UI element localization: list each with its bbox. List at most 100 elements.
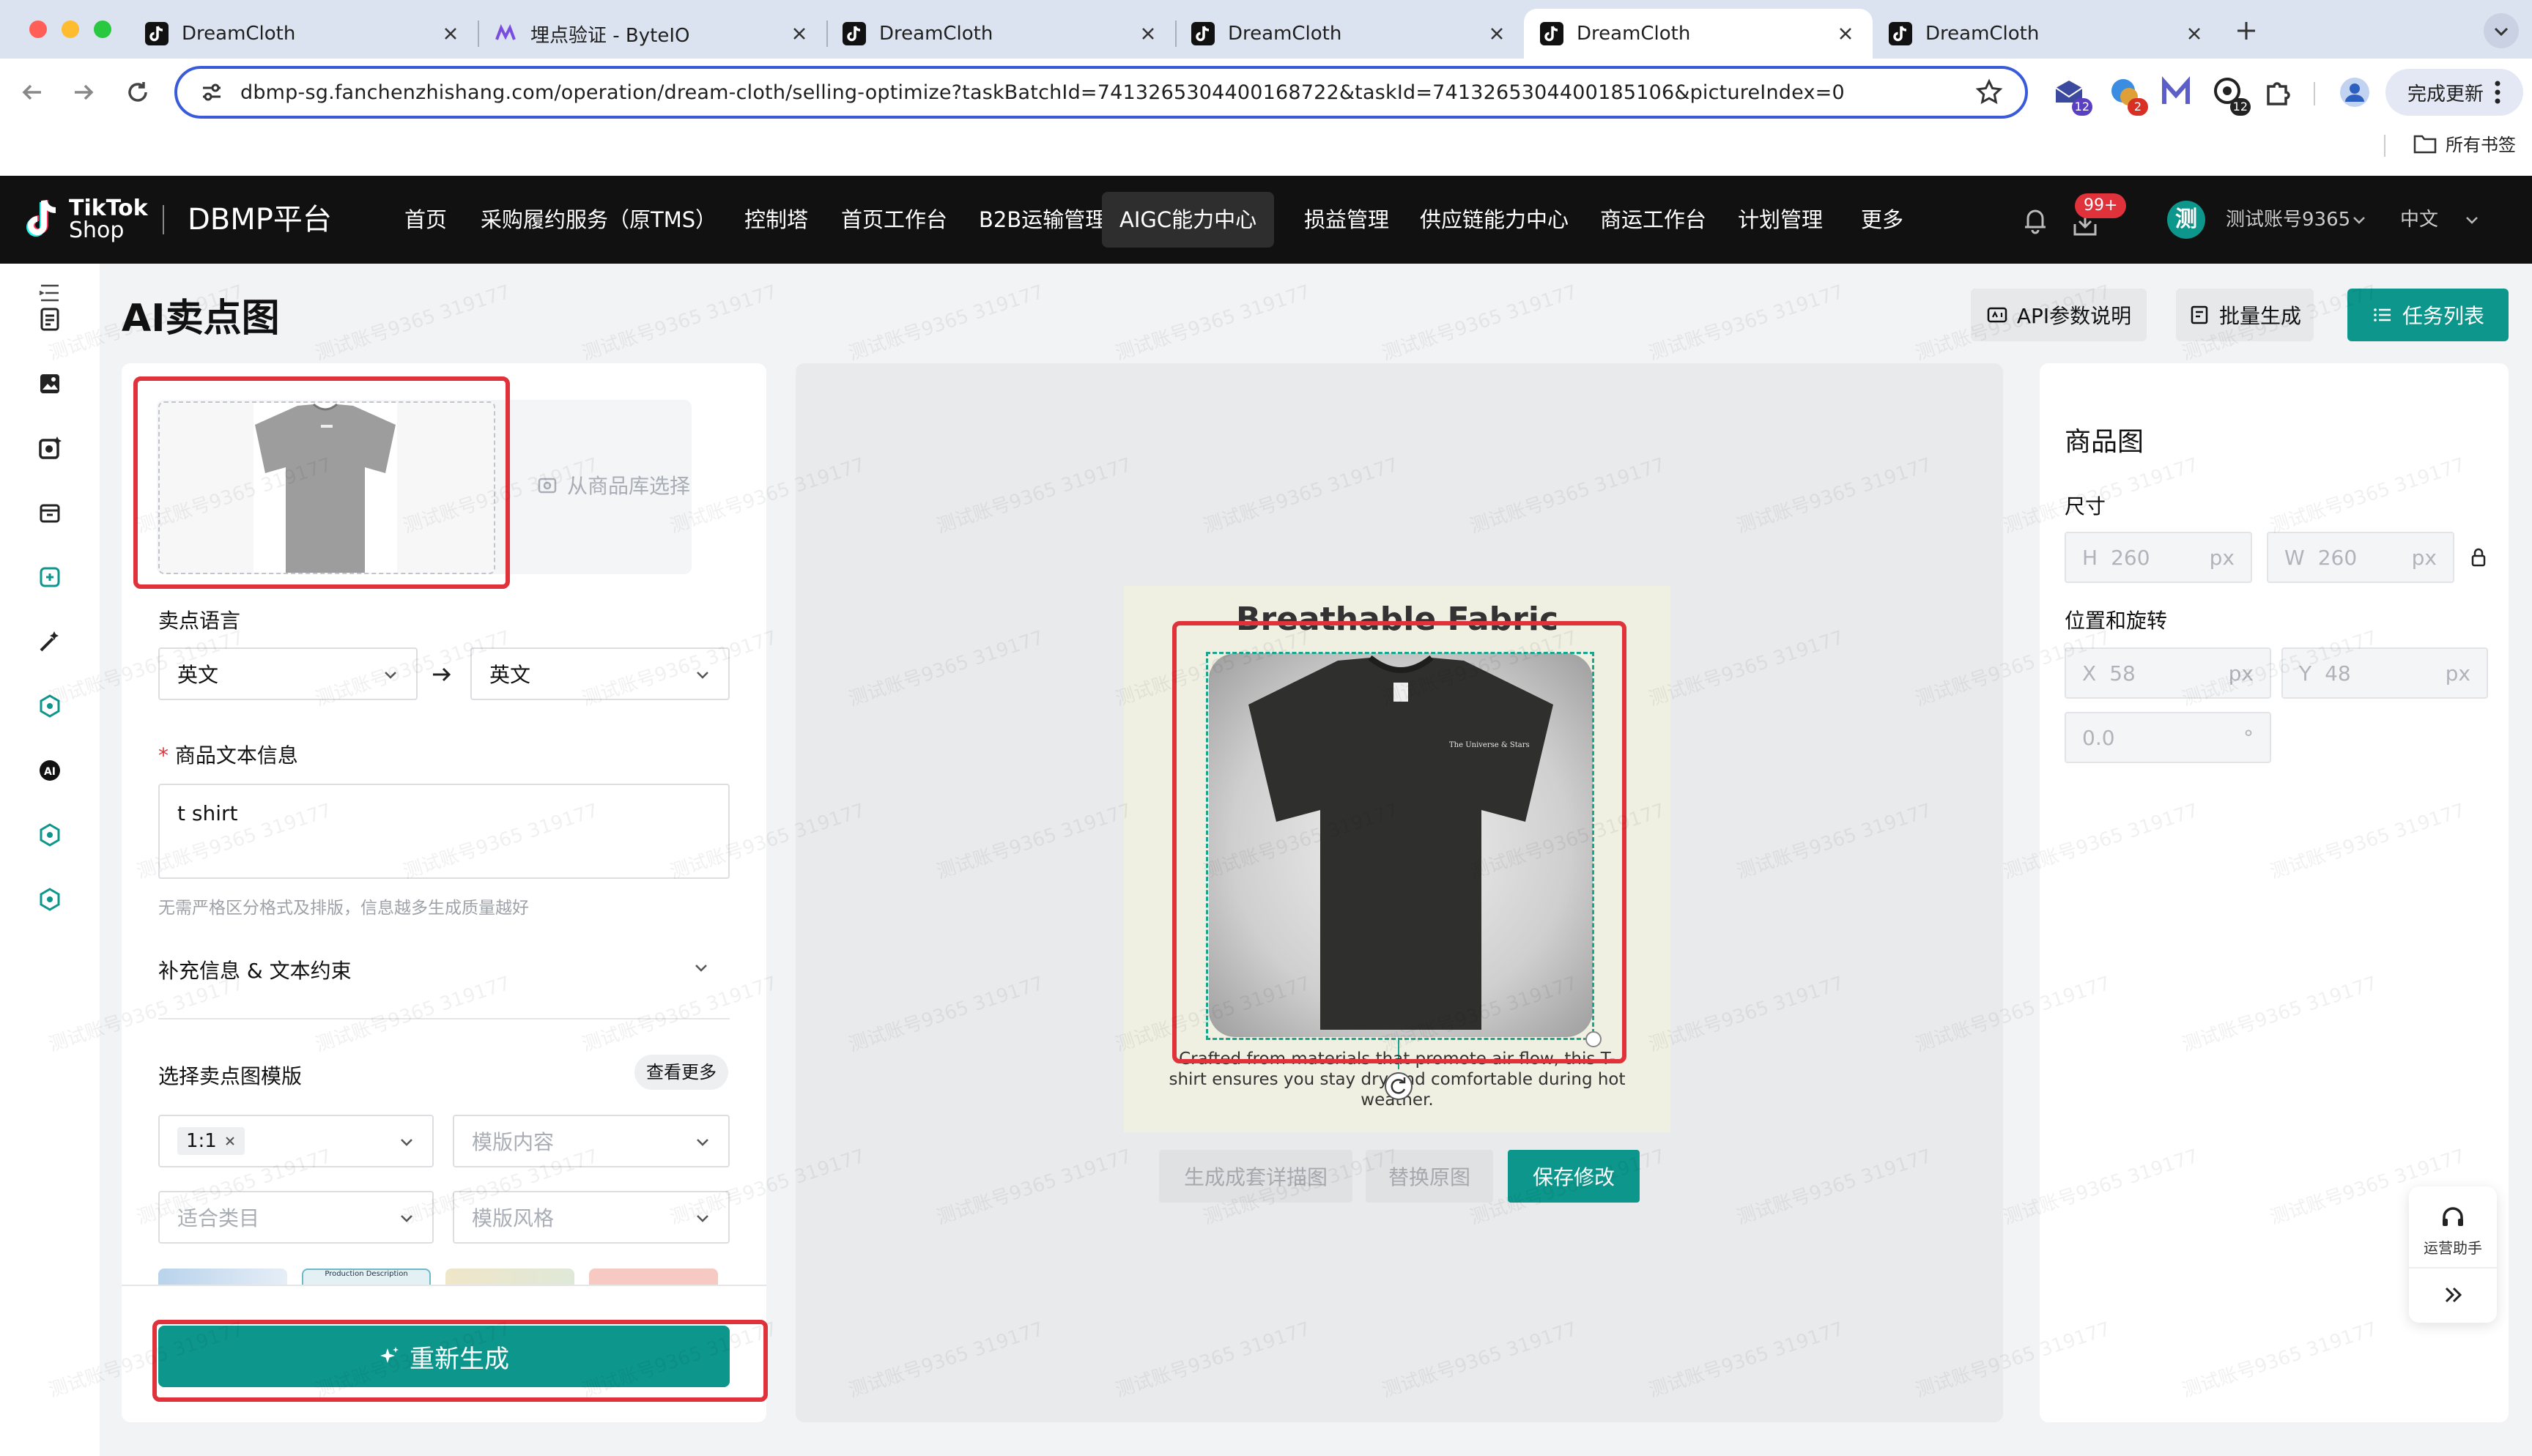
template-thumbnail[interactable]: Production Description [302,1269,431,1286]
product-text-input[interactable]: t shirt [158,784,730,879]
y-input[interactable]: Y 48 px [2281,647,2488,699]
lock-icon[interactable] [2468,546,2490,568]
chevron-down-icon [401,1139,412,1146]
browser-tab[interactable]: DreamCloth [1873,9,2221,59]
close-icon[interactable] [1486,23,1508,45]
browser-tab[interactable]: DreamCloth [129,9,478,59]
nav-item[interactable]: AIGC能力中心 [1102,192,1275,248]
target-language-select[interactable]: 英文 [470,647,730,700]
site-settings-icon[interactable] [199,80,224,105]
module-icon[interactable] [35,691,64,721]
account-chevron-icon[interactable] [2350,211,2368,229]
nav-item[interactable]: 首页 [404,176,447,264]
tab-search-icon[interactable] [2484,13,2519,48]
all-bookmarks[interactable]: 所有书签 [2413,130,2516,156]
nav-item[interactable]: 首页工作台 [841,176,947,264]
template-content-select[interactable]: 模版内容 [453,1115,730,1167]
close-icon[interactable] [788,23,810,45]
height-input[interactable]: H 260 px [2065,532,2252,583]
ai-badge-icon[interactable]: AI [35,756,64,785]
nav-item[interactable]: 更多 [1861,176,1903,264]
style-select[interactable]: 模版风格 [453,1191,730,1244]
nav-item[interactable]: 采购履约服务（原TMS） [481,176,717,264]
extension-mail-icon[interactable]: 12 [2051,75,2092,116]
api-doc-button[interactable]: API参数说明 [1971,289,2147,341]
nav-item[interactable]: B2B运输管理 [979,176,1106,264]
close-icon[interactable] [1137,23,1159,45]
batch-generate-button[interactable]: 批量生成 [2176,289,2314,341]
bookmark-star-icon[interactable] [1975,78,2003,106]
product-text-hint: 无需严格区分格式及排版，信息越多生成质量越好 [158,899,529,918]
language-chevron-icon[interactable] [2463,211,2481,229]
source-language-select[interactable]: 英文 [158,647,418,700]
document-icon[interactable] [35,305,64,334]
x-input[interactable]: X 58 px [2065,647,2271,699]
forward-icon[interactable] [67,76,100,108]
selling-point-icon[interactable] [35,562,64,592]
maximize-window-button[interactable] [94,21,111,38]
nav-item[interactable]: 供应链能力中心 [1420,176,1569,264]
browser-tab[interactable]: 埋点验证 - ByteIO [478,9,826,59]
rotation-input[interactable]: 0.0 ° [2065,712,2271,763]
menu-collapse-icon[interactable] [35,278,64,308]
image-icon[interactable] [35,369,64,398]
generate-detail-set-button[interactable]: 生成成套详描图 [1159,1150,1352,1203]
template-thumbnail[interactable] [445,1269,574,1286]
view-more-button[interactable]: 查看更多 [634,1055,728,1090]
ai-image-icon[interactable] [35,434,64,463]
artboard-headline[interactable]: Breathable Fabric [1124,601,1670,638]
double-chevron-right-icon[interactable] [2440,1282,2466,1308]
account-name[interactable]: 测试账号9365 [2226,176,2350,264]
replace-original-button[interactable]: 替换原图 [1366,1150,1493,1203]
minimize-window-button[interactable] [62,21,79,38]
template-thumbnail[interactable] [589,1269,718,1286]
magic-wand-icon[interactable] [35,627,64,656]
regenerate-button[interactable]: 重新生成 [158,1326,730,1387]
bell-icon[interactable] [2021,205,2050,234]
ops-assistant-widget[interactable]: 运营助手 [2409,1186,2497,1323]
ratio-select[interactable]: 1:1 [158,1115,434,1167]
browser-tab[interactable]: DreamCloth [826,9,1175,59]
module-icon[interactable] [35,885,64,914]
save-changes-button[interactable]: 保存修改 [1508,1150,1640,1203]
nav-item[interactable]: 商运工作台 [1600,176,1706,264]
template-thumbnail[interactable] [158,1269,287,1286]
resize-handle[interactable] [1585,1031,1602,1047]
extension-chat-icon[interactable]: 12 [2210,75,2251,116]
new-tab-icon[interactable] [2232,16,2261,45]
close-icon[interactable] [224,1135,236,1147]
close-icon[interactable] [2183,23,2205,45]
list-icon [2372,304,2394,326]
rotate-icon[interactable] [1385,1072,1413,1100]
supplement-toggle[interactable]: 补充信息 & 文本约束 [158,955,352,984]
reload-icon[interactable] [122,76,154,108]
nav-item[interactable]: 计划管理 [1738,176,1823,264]
selection-box[interactable] [1206,652,1594,1040]
extension-translate-icon[interactable]: 2 [2107,75,2148,116]
back-icon[interactable] [16,76,48,108]
width-input[interactable]: W 260 px [2267,532,2454,583]
tiktok-shop-logo[interactable]: TikTok Shop [22,198,148,242]
category-select[interactable]: 适合类目 [158,1191,434,1244]
archive-icon[interactable] [35,498,64,527]
byteio-icon [494,22,530,45]
profile-icon[interactable] [2337,75,2372,110]
address-bar[interactable]: dbmp-sg.fanchenzhishang.com/operation/dr… [174,66,2028,119]
nav-item[interactable]: 控制塔 [744,176,808,264]
pick-from-library-button[interactable]: 从商品库选择 [536,470,690,499]
product-image[interactable] [158,401,495,574]
module-icon[interactable] [35,820,64,850]
close-icon[interactable] [440,23,462,45]
browser-tab[interactable]: DreamCloth [1524,9,1873,59]
close-icon[interactable] [1835,23,1857,45]
extension-m-icon[interactable] [2158,75,2194,110]
browser-tab[interactable]: DreamCloth [1175,9,1524,59]
task-list-button[interactable]: 任务列表 [2347,289,2509,341]
update-button[interactable]: 完成更新 [2385,69,2523,116]
close-window-button[interactable] [29,21,47,38]
language-selector[interactable]: 中文 [2400,176,2438,264]
avatar[interactable]: 测 [2167,201,2205,239]
chevron-down-icon[interactable] [692,958,711,977]
nav-item[interactable]: 损益管理 [1304,176,1389,264]
extensions-puzzle-icon[interactable] [2261,75,2296,110]
